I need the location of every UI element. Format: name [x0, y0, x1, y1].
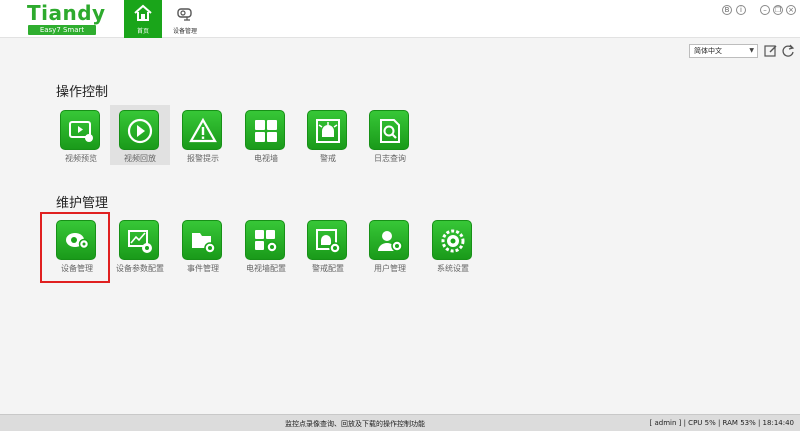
icon-box	[245, 110, 285, 150]
logo-text: Tiandy	[27, 1, 106, 25]
section-title-operation: 操作控制	[56, 85, 109, 100]
logo-subtitle: Easy7 Smart	[28, 25, 96, 35]
status-message: 监控点录像查询、回放及下载的操作控制功能	[285, 420, 425, 428]
icon-box	[245, 220, 285, 260]
tile-system-settings[interactable]: 系统设置	[423, 215, 483, 275]
minimize-icon[interactable]: –	[760, 5, 770, 15]
tab-device-management[interactable]: 设备管理	[166, 0, 204, 38]
video-playback-icon	[127, 118, 153, 144]
close-icon[interactable]: ×	[786, 5, 796, 15]
tile-device-management[interactable]: 设备管理	[47, 215, 107, 275]
help-icon[interactable]: B	[722, 5, 732, 15]
icon-box	[432, 220, 472, 260]
header-bar: Tiandy Easy7 Smart 首页 设备管理 B i – ❐ ×	[0, 0, 800, 38]
refresh-icon[interactable]	[781, 44, 795, 58]
tab-home[interactable]: 首页	[124, 0, 162, 38]
icon-box	[369, 110, 409, 150]
device-param-config-icon	[128, 230, 152, 253]
tile-event-management[interactable]: 事件管理	[173, 215, 233, 275]
tile-tv-wall-config[interactable]: 电视墙配置	[236, 215, 296, 275]
edit-icon[interactable]	[764, 44, 778, 58]
tile-device-param-config[interactable]: 设备参数配置	[110, 215, 170, 275]
system-settings-icon	[441, 229, 465, 253]
system-status-readout: [ admin ] | CPU 5% | RAM 53% | 18:14:40	[649, 419, 794, 427]
info-icon[interactable]: i	[736, 5, 746, 15]
tv-wall-config-icon	[255, 230, 278, 253]
tile-guard[interactable]: 警戒	[298, 105, 358, 165]
tile-video-playback[interactable]: 视频回放	[110, 105, 170, 165]
user-management-icon	[378, 231, 403, 252]
guard-config-icon	[316, 229, 341, 254]
event-management-icon	[192, 233, 216, 254]
alarm-warning-icon	[189, 117, 217, 143]
icon-box	[369, 220, 409, 260]
home-icon	[134, 4, 152, 21]
tab-home-label: 首页	[136, 28, 149, 35]
status-bar: 监控点录像查询、回放及下载的操作控制功能 [ admin ] | CPU 5% …	[0, 414, 800, 431]
tile-alarm-warning[interactable]: 报警提示	[173, 105, 233, 165]
language-select[interactable]: 简体中文 ▼	[689, 44, 758, 58]
icon-box	[307, 220, 347, 260]
tile-tv-wall[interactable]: 电视墙	[236, 105, 296, 165]
tv-wall-icon	[255, 120, 277, 142]
restore-icon[interactable]: ❐	[773, 5, 783, 15]
icon-box	[307, 110, 347, 150]
device-management-icon	[66, 233, 90, 250]
icon-box	[119, 110, 159, 150]
tile-label: 系统设置	[437, 264, 469, 273]
tile-label: 日志查询	[374, 154, 406, 163]
video-preview-icon	[69, 121, 93, 142]
tile-user-management[interactable]: 用户管理	[360, 215, 420, 275]
icon-box	[182, 220, 222, 260]
section-title-maintenance: 维护管理	[56, 196, 109, 211]
camera-icon	[177, 8, 192, 21]
tiandy-logo: Tiandy Easy7 Smart	[27, 1, 105, 35]
icon-box	[119, 220, 159, 260]
tile-guard-config[interactable]: 警戒配置	[298, 215, 358, 275]
icon-box	[60, 110, 100, 150]
tab-device-label: 设备管理	[172, 28, 197, 35]
guard-icon	[316, 119, 340, 143]
log-search-icon	[380, 119, 400, 143]
icon-box	[182, 110, 222, 150]
chevron-down-icon: ▼	[749, 47, 754, 54]
tile-log-search[interactable]: 日志查询	[360, 105, 420, 165]
icon-box	[56, 220, 96, 260]
language-selected-value: 简体中文	[694, 47, 722, 55]
